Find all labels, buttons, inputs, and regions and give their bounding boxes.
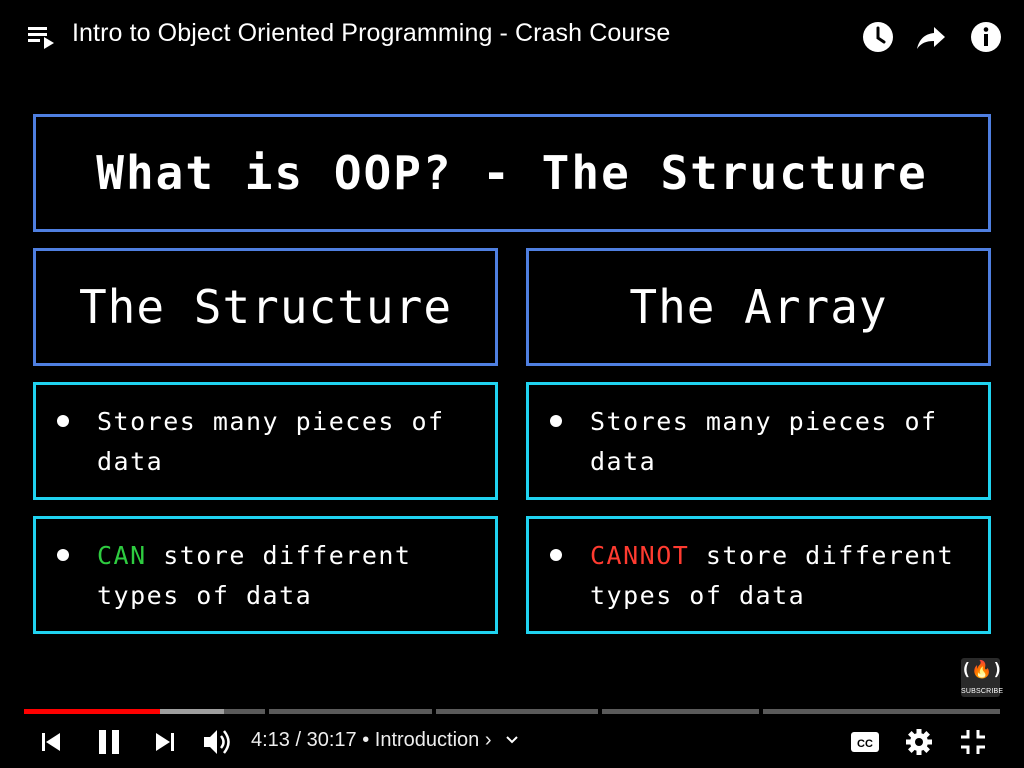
bullet-text: Stores many pieces of data — [97, 407, 445, 476]
chapter-segment[interactable] — [763, 709, 1000, 714]
top-bar: Intro to Object Oriented Programming - C… — [0, 0, 1024, 72]
settings-icon[interactable] — [904, 727, 934, 757]
chapter-segment[interactable] — [602, 709, 759, 714]
slide-title-box: What is OOP? - The Structure — [33, 114, 991, 232]
bullet-text: CAN store different types of data — [97, 541, 412, 610]
video-frame[interactable]: What is OOP? - The Structure The Structu… — [0, 72, 1024, 700]
next-icon[interactable] — [152, 729, 178, 755]
cannot-emphasis: CANNOT — [590, 541, 690, 570]
left-bullet-1: Stores many pieces of data — [33, 382, 498, 500]
info-icon[interactable] — [969, 20, 1003, 54]
bullet-text: Stores many pieces of data — [590, 407, 938, 476]
time-display[interactable]: 4:13 / 30:17 • Introduction › — [251, 729, 492, 752]
video-title[interactable]: Intro to Object Oriented Programming - C… — [72, 19, 670, 48]
right-heading-box: The Array — [526, 248, 991, 366]
channel-logo-icon: (🔥) — [961, 660, 1003, 680]
exit-fullscreen-icon[interactable] — [958, 727, 988, 757]
playlist-icon[interactable] — [26, 22, 56, 52]
subscribe-label: SUBSCRIBE — [961, 688, 1004, 695]
left-heading: The Structure — [78, 280, 453, 334]
bullet-dot — [57, 549, 69, 561]
can-emphasis: CAN — [97, 541, 147, 570]
left-heading-box: The Structure — [33, 248, 498, 366]
bullet-dot — [550, 415, 562, 427]
svg-text:CC: CC — [857, 738, 873, 750]
share-icon[interactable] — [914, 20, 948, 54]
chapter-segment[interactable] — [269, 709, 432, 714]
previous-icon[interactable] — [38, 729, 64, 755]
volume-icon[interactable] — [201, 726, 233, 758]
right-bullet-1: Stores many pieces of data — [526, 382, 991, 500]
bullet-text: CANNOT store different types of data — [590, 541, 955, 610]
bullet-dot — [550, 549, 562, 561]
right-bullet-2: CANNOT store different types of data — [526, 516, 991, 634]
chapter-segment[interactable] — [436, 709, 598, 714]
chevron-down-icon[interactable] — [505, 733, 519, 747]
slide-title: What is OOP? - The Structure — [96, 146, 928, 200]
played-bar — [24, 709, 160, 714]
watch-later-icon[interactable] — [861, 20, 895, 54]
captions-icon[interactable]: CC — [849, 729, 881, 755]
pause-icon[interactable] — [94, 727, 124, 757]
subscribe-watermark[interactable]: (🔥) SUBSCRIBE — [961, 658, 1004, 697]
bullet-dot — [57, 415, 69, 427]
right-heading: The Array — [629, 280, 888, 334]
left-bullet-2: CAN store different types of data — [33, 516, 498, 634]
progress-bar[interactable] — [24, 709, 1000, 714]
